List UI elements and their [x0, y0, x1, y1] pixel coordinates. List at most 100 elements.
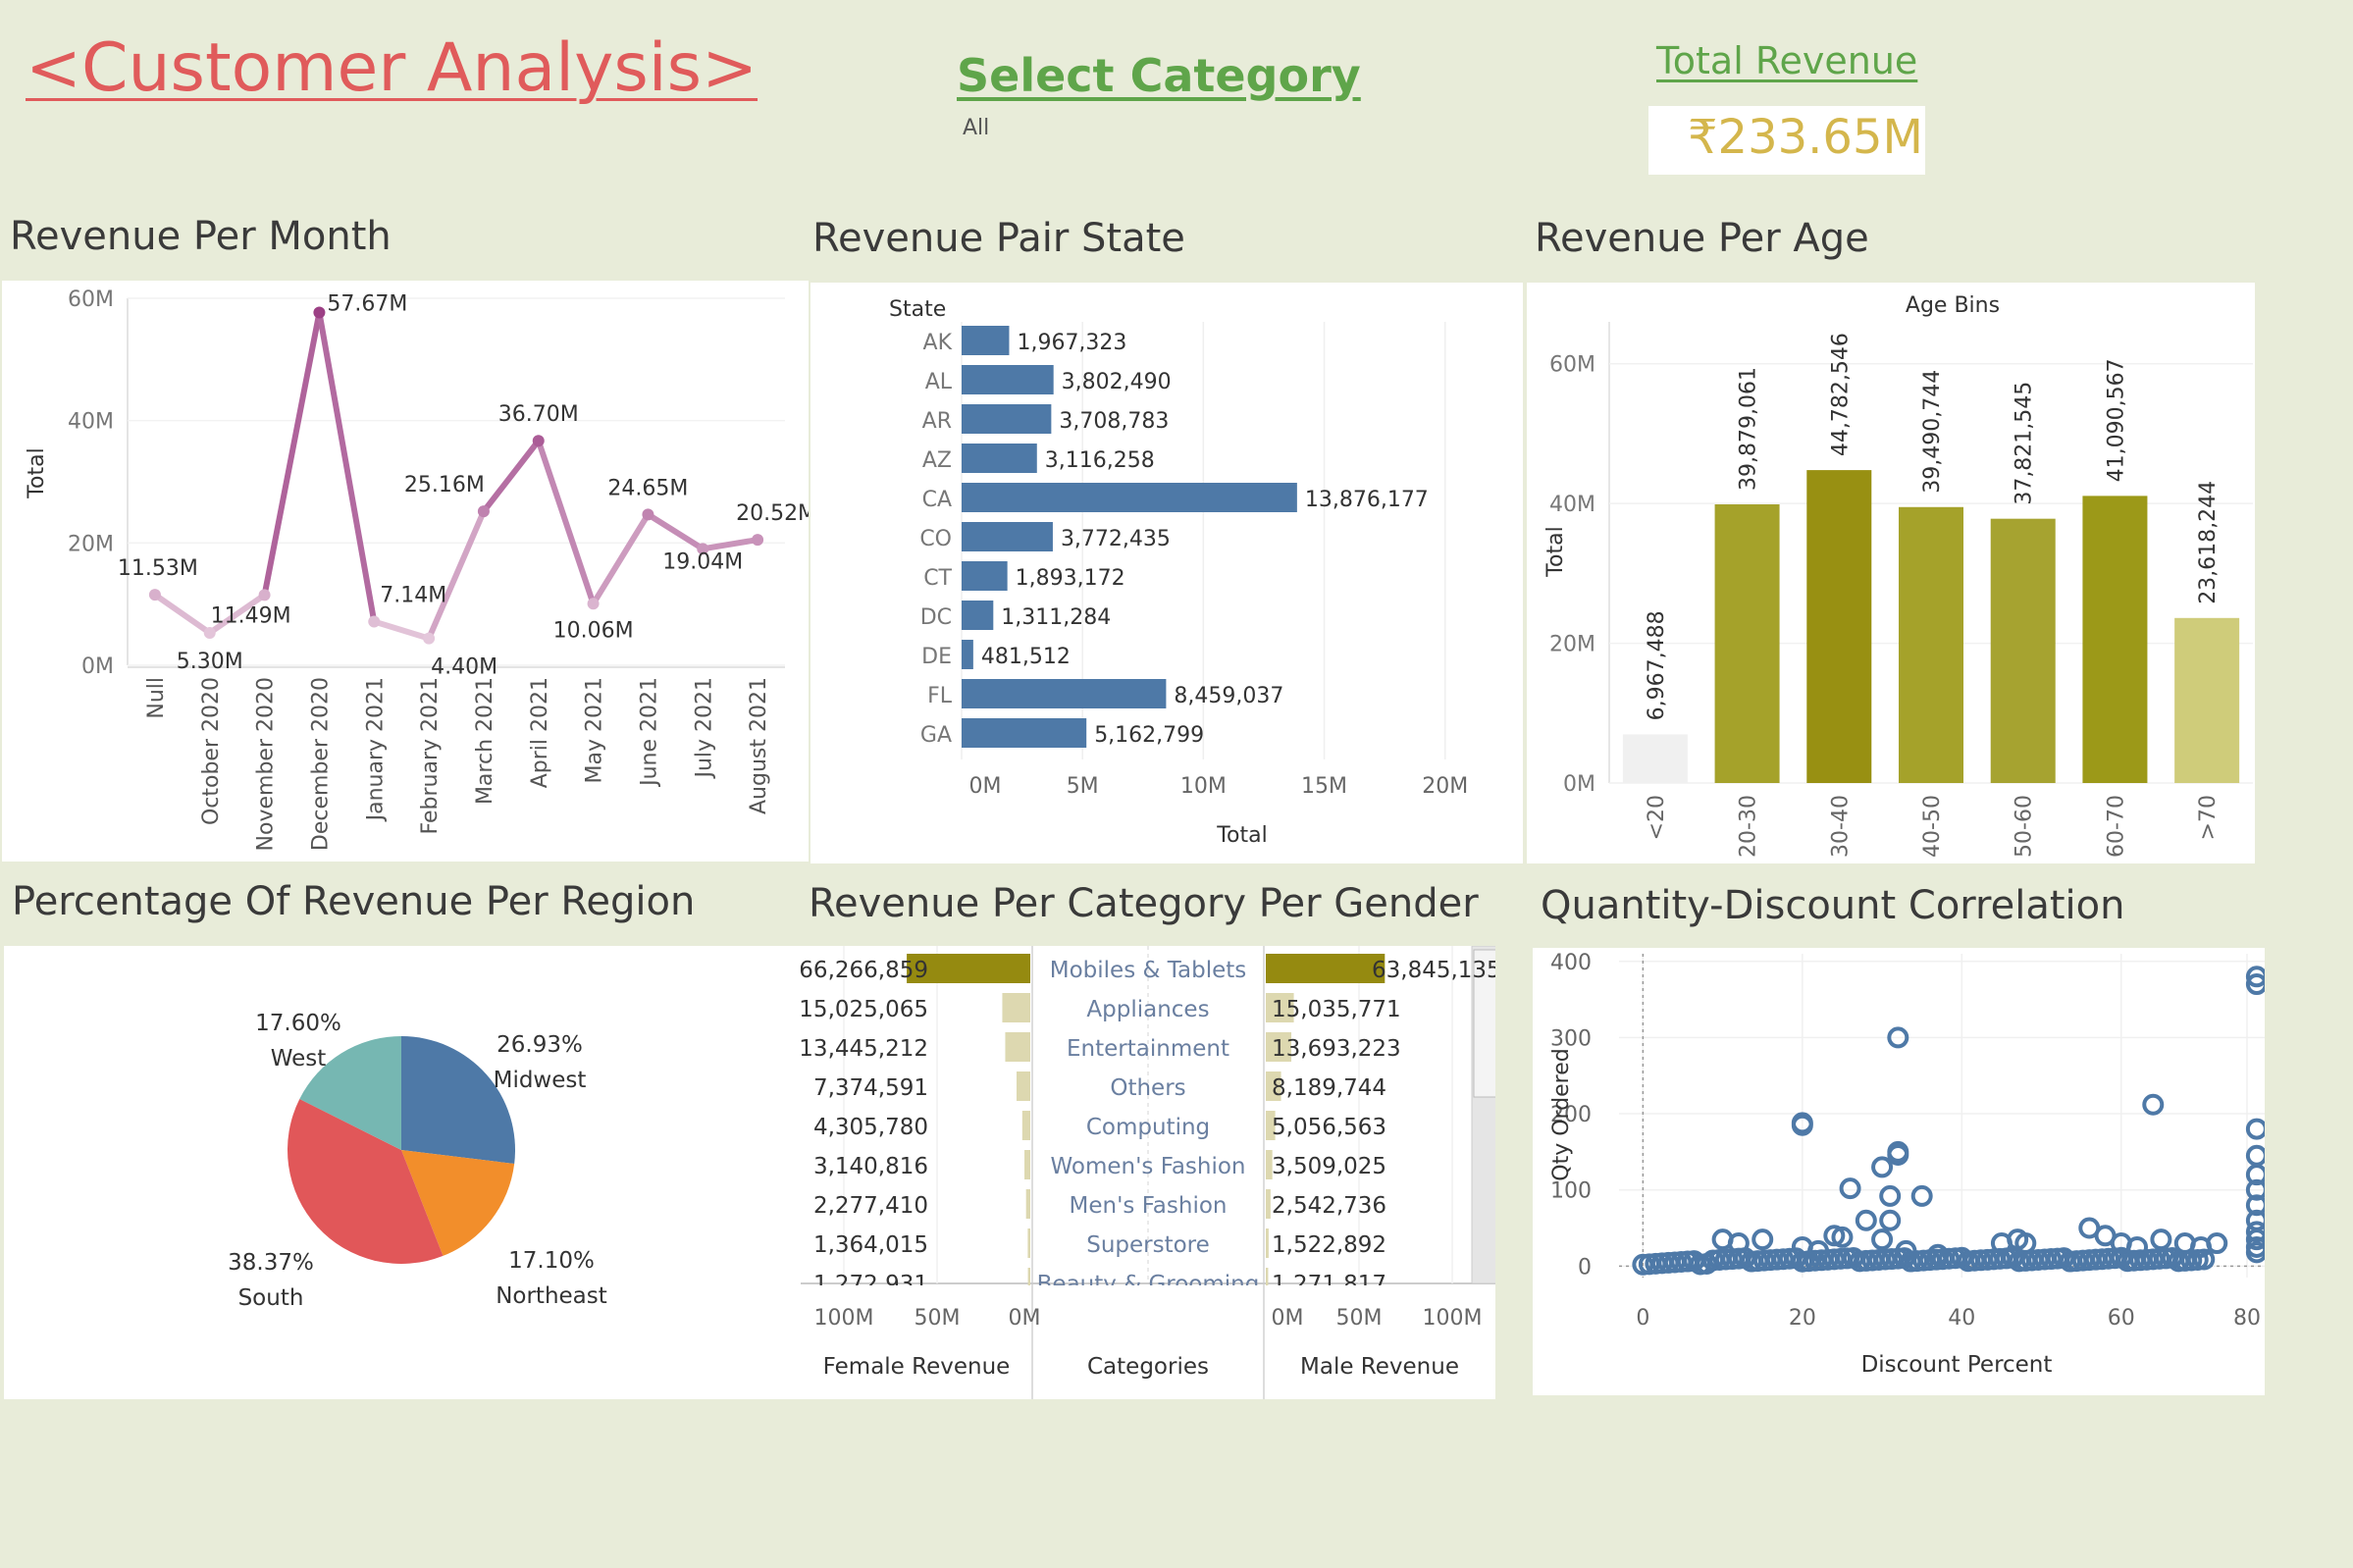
state-bar [962, 326, 1010, 355]
male-tick-label: 100M [1423, 1306, 1483, 1331]
male-tick-label: 50M [1336, 1306, 1383, 1331]
state-label: CO [919, 527, 952, 551]
female-bar [1025, 1189, 1030, 1219]
line-segment [535, 438, 597, 607]
line-point [423, 632, 436, 645]
line-point [477, 505, 490, 518]
scatter-point [1855, 1209, 1877, 1231]
line-point [368, 615, 381, 628]
male-value-label: 8,189,744 [1272, 1075, 1386, 1101]
state-bar [962, 365, 1054, 394]
y-axis-label: Total [1543, 526, 1568, 577]
female-bar [1005, 1032, 1030, 1062]
state-label: CT [923, 566, 952, 591]
pie-percent-label: 26.93% [497, 1032, 583, 1058]
female-bar [1027, 1228, 1030, 1258]
x-tick-label: 40 [1948, 1306, 1975, 1331]
age-bar [1622, 734, 1688, 783]
female-tick-label: 0M [1009, 1306, 1041, 1331]
bar-value-label: 6,967,488 [1645, 610, 1669, 720]
category-label: Entertainment [1067, 1036, 1229, 1062]
x-tick-label: November 2020 [254, 677, 279, 851]
pie-percent-label: 38.37% [228, 1250, 314, 1276]
female-value-label: 15,025,065 [801, 997, 928, 1022]
male-axis-label: Male Revenue [1300, 1354, 1459, 1380]
pie-region-label: Midwest [494, 1068, 587, 1093]
x-tick-label: >70 [2196, 795, 2221, 840]
y-tick-label: 60M [1549, 353, 1595, 378]
scatter-point [2150, 1228, 2172, 1251]
age-bar [1990, 518, 2056, 783]
state-bar [962, 444, 1037, 473]
scatter-point [2245, 1118, 2268, 1140]
x-tick-label: 50-60 [2013, 795, 2037, 858]
revenue-per-region-panel: 26.93% Midwest 17.10% Northeast 38.37% South 1… [4, 946, 803, 1399]
female-value-label: 4,305,780 [813, 1115, 928, 1140]
state-label: GA [920, 723, 952, 748]
age-bar [1899, 506, 1963, 783]
y-tick-label: 0M [1563, 772, 1595, 797]
pie-region-label: Northeast [496, 1283, 607, 1309]
y-axis-label: Qty Ordered [1549, 1048, 1574, 1181]
state-header: State [889, 297, 946, 322]
data-label: 5.30M [177, 650, 243, 674]
revenue-per-month-chart: 0M 20M 40M 60M Total 11.53M 5.30M 11.49M 57.67M 7… [25, 287, 816, 851]
y-tick-label: 0M [81, 654, 114, 679]
data-label: 19.04M [662, 549, 743, 574]
line-segment [261, 309, 323, 599]
state-label: AL [925, 370, 953, 394]
female-bar [1021, 1111, 1030, 1140]
x-axis-label: Total [1216, 823, 1267, 848]
x-axis-label: Discount Percent [1861, 1352, 2053, 1378]
bar-value-label: 37,821,545 [2013, 382, 2037, 505]
male-value-label: 5,056,563 [1272, 1115, 1386, 1140]
x-tick-label: June 2021 [637, 677, 661, 788]
bar-value-label: 3,708,783 [1059, 409, 1169, 434]
revenue-per-age-panel: Age Bins 0M 20M 40M 60M Total 6,967,488 <20 39,8… [1527, 283, 2255, 863]
select-category-label[interactable]: Select Category [957, 49, 1361, 102]
bar-value-label: 13,876,177 [1305, 488, 1429, 512]
data-label: 10.06M [553, 618, 634, 643]
select-category-value[interactable]: All [963, 116, 989, 140]
x-tick-label: October 2020 [199, 677, 224, 825]
data-label: 4.40M [431, 655, 497, 680]
quantity-discount-title: Quantity-Discount Correlation [1541, 883, 2125, 928]
revenue-per-region-title: Percentage Of Revenue Per Region [12, 879, 696, 924]
bar-value-label: 3,116,258 [1045, 448, 1155, 473]
x-tick-label: 60-70 [2104, 795, 2128, 858]
x-tick-label: 5M [1067, 774, 1099, 799]
y-tick-label: 400 [1550, 951, 1592, 975]
age-bar [1806, 470, 1872, 783]
age-bar [1714, 504, 1780, 783]
scatter-point [1871, 1228, 1894, 1251]
revenue-per-region-chart: 26.93% Midwest 17.10% Northeast 38.37% South 1… [228, 1011, 607, 1311]
data-label: 7.14M [380, 583, 446, 607]
revenue-per-month-title: Revenue Per Month [10, 214, 392, 259]
male-value-label: 63,845,135 [1372, 958, 1495, 983]
line-point [587, 598, 600, 610]
state-label: AZ [922, 448, 952, 473]
revenue-pair-state-chart: State 0M 5M 10M 15M 20M Total AK 1,967,323 AL 3,80… [889, 283, 1526, 848]
scatter-point [1752, 1228, 1774, 1251]
male-value-label: 1,522,892 [1272, 1232, 1386, 1258]
line-segment [590, 511, 652, 607]
male-bar [1266, 1189, 1271, 1219]
data-label: 36.70M [498, 402, 579, 427]
pie-region-label: West [271, 1046, 327, 1071]
category-label: Computing [1086, 1115, 1210, 1140]
revenue-per-category-gender-panel: 66,266,859 63,845,135 Mobiles & Tablets 15,… [799, 945, 1501, 1399]
data-label: 11.53M [118, 556, 198, 581]
x-tick-label: May 2021 [583, 677, 607, 783]
line-segment [480, 438, 542, 515]
categories-axis-label: Categories [1087, 1354, 1209, 1380]
line-segment [426, 508, 487, 642]
state-label: FL [927, 684, 953, 708]
revenue-per-category-gender-title: Revenue Per Category Per Gender [809, 881, 1479, 926]
line-segment [371, 618, 433, 642]
state-bar [962, 522, 1053, 551]
bar-value-label: 481,512 [981, 645, 1071, 669]
state-bar [962, 640, 973, 669]
x-tick-label: 20-30 [1737, 795, 1761, 858]
bar-value-label: 8,459,037 [1174, 684, 1283, 708]
total-revenue-label: Total Revenue [1656, 39, 1918, 82]
